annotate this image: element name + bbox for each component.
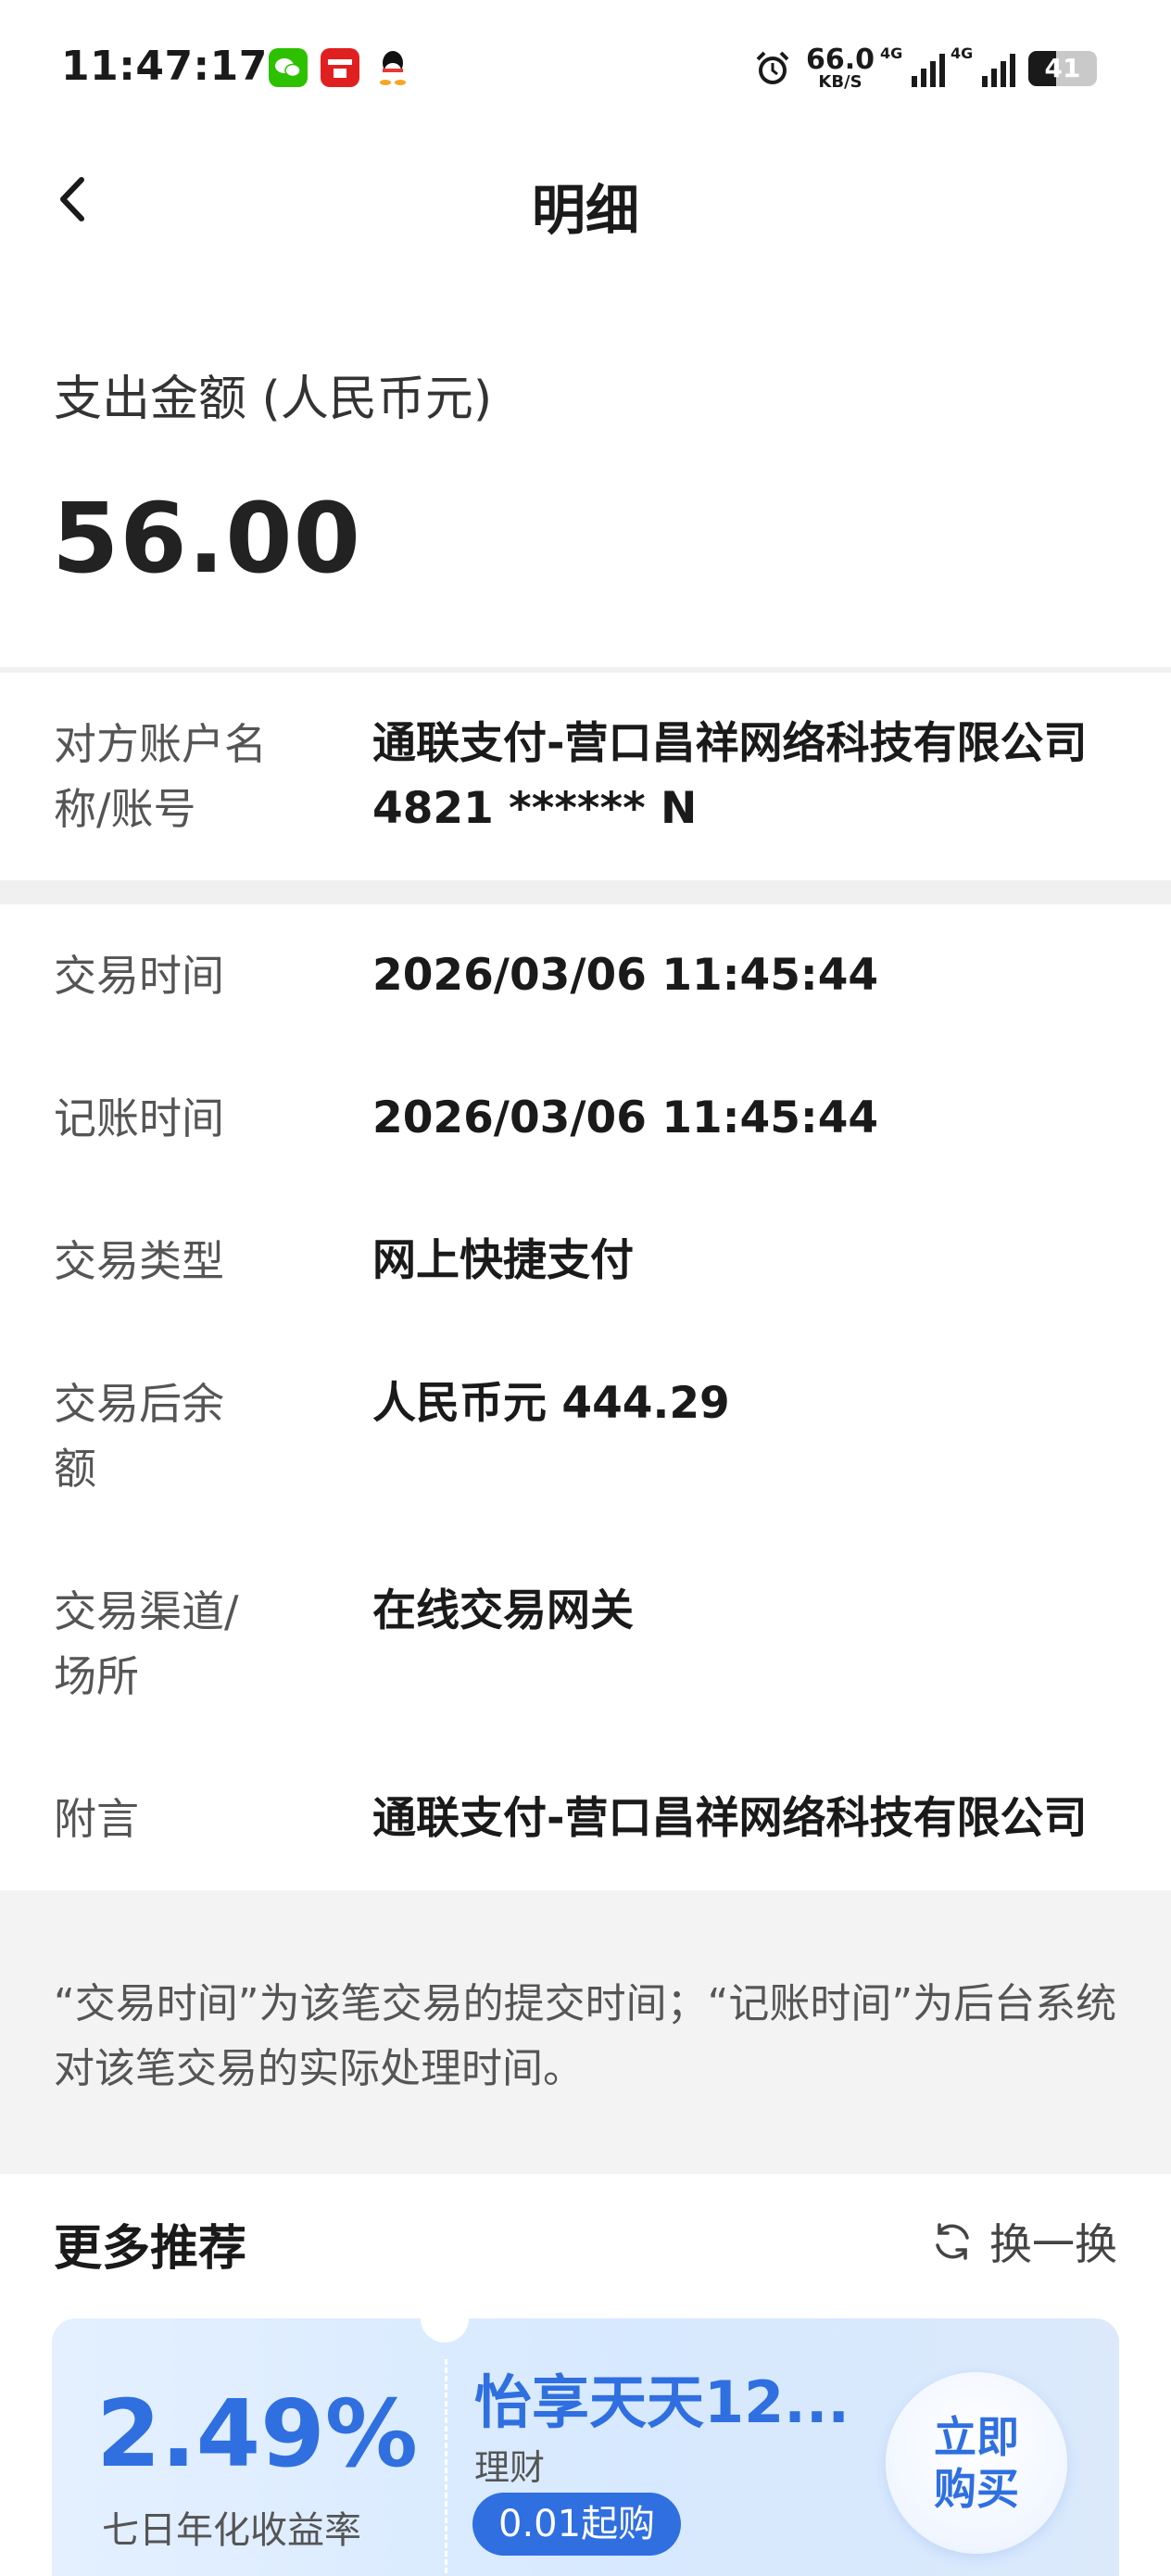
refresh-label: 换一换: [989, 2219, 1117, 2269]
counterparty-name: 通联支付-营口昌祥网络科技有限公司: [372, 718, 1088, 769]
promo-rate: 2.49%: [96, 2380, 418, 2488]
recommend-title: 更多推荐: [54, 2221, 247, 2277]
buy-now-button[interactable]: 立即购买: [886, 2372, 1067, 2554]
refresh-button[interactable]: 换一换: [928, 2211, 1117, 2272]
amount-value: 56.00: [52, 482, 361, 595]
card-divider: [445, 2359, 447, 2576]
note-text: “交易时间”为该笔交易的提交时间；“记账时间”为后台系统对该笔交易的实际处理时间…: [54, 1980, 1117, 2092]
promo-product-name: 怡享天天12...: [474, 2368, 850, 2436]
status-bar: 11:47:17 66.0 KB/S 4G 4G 41: [0, 0, 1171, 139]
detail-value-posting-time: 2026/03/06 11:45:44: [372, 1092, 879, 1143]
detail-label-transaction-type: 交易类型: [54, 1236, 224, 1286]
nav-header: 明细: [0, 139, 1171, 259]
signal-strength-icon: 4G: [880, 44, 945, 87]
amount-label: 支出金额 (人民币元): [54, 372, 493, 427]
detail-label-remark: 附言: [54, 1794, 139, 1844]
promo-rate-label: 七日年化收益率: [102, 2509, 361, 2552]
detail-label-transaction-time: 交易时间: [54, 951, 224, 1001]
detail-label-channel: 交易渠道/场所: [54, 1586, 239, 1701]
detail-value-transaction-type: 网上快捷支付: [372, 1235, 634, 1286]
detail-label-posting-time: 记账时间: [54, 1093, 224, 1143]
status-time: 11:47:17: [61, 43, 268, 90]
promo-min-purchase-badge: 0.01起购: [472, 2493, 682, 2556]
detail-value-balance: 人民币元 444.29: [372, 1378, 730, 1429]
battery-icon: 41: [1028, 51, 1097, 86]
note-box: “交易时间”为该笔交易的提交时间；“记账时间”为后台系统对该笔交易的实际处理时间…: [0, 1890, 1171, 2174]
promo-category: 理财: [474, 2447, 546, 2488]
divider: [0, 667, 1171, 673]
section-divider: [0, 880, 1171, 904]
refresh-icon: [936, 2223, 969, 2260]
qq-notification-icon: [374, 48, 411, 87]
counterparty-label: 对方账户名称/账号: [54, 719, 267, 834]
detail-value-transaction-time: 2026/03/06 11:45:44: [372, 950, 879, 1001]
counterparty-account: 4821 ****** N: [372, 783, 698, 834]
wechat-notification-icon: [269, 48, 308, 87]
status-indicators: 66.0 KB/S 4G 4G 41: [752, 41, 1097, 96]
page-title: 明细: [531, 179, 639, 242]
detail-label-balance: 交易后余额: [54, 1379, 224, 1494]
signal-strength-icon: 4G: [951, 44, 1015, 87]
buy-now-label: 立即购买: [934, 2412, 1019, 2514]
promo-card[interactable]: 2.49% 七日年化收益率 怡享天天12... 理财 0.01起购 立即购买: [52, 2318, 1119, 2576]
detail-value-remark: 通联支付-营口昌祥网络科技有限公司: [372, 1793, 1088, 1844]
detail-value-channel: 在线交易网关: [372, 1585, 634, 1636]
unionpay-notification-icon: [321, 48, 359, 87]
card-notch: [421, 2318, 469, 2342]
network-speed: 66.0 KB/S: [805, 44, 875, 92]
alarm-icon: [756, 51, 789, 84]
